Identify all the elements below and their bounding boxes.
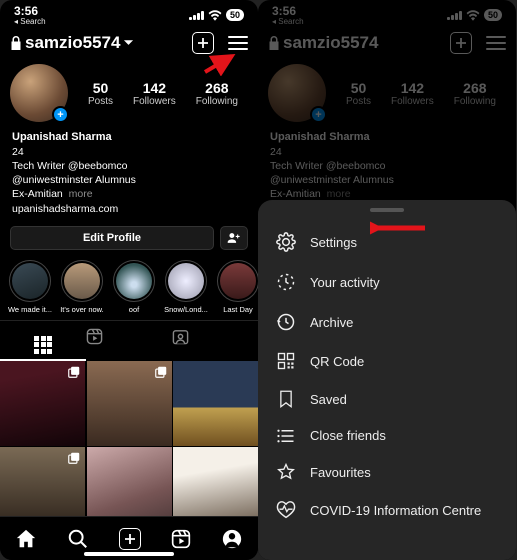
tab-reels[interactable] xyxy=(86,321,172,361)
bio-name: Upanishad Sharma xyxy=(12,130,246,145)
lock-icon xyxy=(268,36,280,50)
menu-activity[interactable]: Your activity xyxy=(258,262,516,302)
home-indicator[interactable] xyxy=(84,552,174,556)
annotation-arrow-settings xyxy=(370,218,430,238)
stat-following[interactable]: 268 Following xyxy=(196,80,238,107)
post-thumbnail[interactable] xyxy=(173,361,258,446)
username-dropdown: samzio5574 xyxy=(268,33,378,53)
posts-grid xyxy=(0,361,258,533)
menu-covid[interactable]: COVID-19 Information Centre xyxy=(258,491,516,529)
edit-profile-button[interactable]: Edit Profile xyxy=(10,226,214,250)
new-post-button xyxy=(450,32,472,54)
signal-icon xyxy=(189,11,204,20)
menu-button xyxy=(486,36,506,50)
battery-icon: 50 xyxy=(226,9,244,21)
clock-icon xyxy=(276,272,296,292)
bio-link[interactable]: upanishadsharma.com xyxy=(12,202,246,216)
stat-followers[interactable]: 142 Followers xyxy=(133,80,176,107)
star-icon xyxy=(276,463,296,481)
menu-close-friends[interactable]: Close friends xyxy=(258,418,516,453)
lock-icon xyxy=(10,36,22,50)
tab-grid[interactable] xyxy=(0,321,86,361)
bio: Upanishad Sharma 24 Tech Writer @beebomc… xyxy=(0,126,258,220)
status-bar: 3:56 ◂ Search 50 xyxy=(0,0,258,26)
discover-people-button[interactable] xyxy=(220,226,248,250)
menu-settings-label: Settings xyxy=(310,235,357,250)
bookmark-icon xyxy=(276,390,296,408)
status-back[interactable]: ◂ Search xyxy=(14,17,46,26)
heart-pulse-icon xyxy=(276,501,296,519)
post-thumbnail[interactable] xyxy=(87,361,172,446)
avatar: + xyxy=(268,64,326,122)
sheet-handle[interactable] xyxy=(370,208,404,212)
annotation-arrow-menu xyxy=(202,52,242,76)
menu-qr[interactable]: QR Code xyxy=(258,342,516,380)
menu-archive[interactable]: Archive xyxy=(258,302,516,342)
menu-button[interactable] xyxy=(228,36,248,50)
status-bar: 3:56 ◂ Search 50 xyxy=(258,0,516,26)
bio-more[interactable]: more xyxy=(69,188,93,200)
multi-post-icon xyxy=(67,365,81,379)
highlight-item[interactable]: oof xyxy=(110,260,158,314)
nav-reels[interactable] xyxy=(171,529,191,549)
new-post-button[interactable] xyxy=(192,32,214,54)
stat-posts[interactable]: 50 Posts xyxy=(88,80,113,107)
menu-favourites[interactable]: Favourites xyxy=(258,453,516,491)
nav-search[interactable] xyxy=(67,528,89,550)
menu-saved[interactable]: Saved xyxy=(258,380,516,418)
multi-post-icon xyxy=(154,365,168,379)
avatar[interactable]: + xyxy=(10,64,68,122)
menu-sheet: Settings Your activity Archive QR Code S… xyxy=(258,200,516,560)
signal-icon xyxy=(447,11,462,20)
wifi-icon xyxy=(208,10,222,21)
nav-new[interactable] xyxy=(119,528,141,550)
username-text: samzio5574 xyxy=(25,33,120,53)
tab-tagged[interactable] xyxy=(172,321,258,361)
post-thumbnail[interactable] xyxy=(0,361,85,446)
gear-icon xyxy=(276,232,296,252)
bio-age: 24 xyxy=(12,145,246,159)
highlight-item[interactable]: Last Day xyxy=(214,260,258,314)
highlights-row: We made it...It's over now.oofSnow/Lond.… xyxy=(0,256,258,320)
highlight-item[interactable]: It's over now. xyxy=(58,260,106,314)
highlight-item[interactable]: Snow/Lond... xyxy=(162,260,210,314)
add-story-icon[interactable]: + xyxy=(52,106,69,123)
nav-home[interactable] xyxy=(15,528,37,550)
highlight-item[interactable]: We made it... xyxy=(6,260,54,314)
wifi-icon xyxy=(466,10,480,21)
bio-line2: @uniwestminster Alumnus xyxy=(12,173,246,187)
nav-profile[interactable] xyxy=(221,528,243,550)
bio-line3: Ex-Amitian xyxy=(12,188,63,200)
chevron-down-icon xyxy=(123,39,134,47)
qr-icon xyxy=(276,352,296,370)
multi-post-icon xyxy=(67,451,81,465)
status-time: 3:56 xyxy=(14,4,38,18)
list-icon xyxy=(276,429,296,443)
bio-line1: Tech Writer @beebomco xyxy=(12,159,246,173)
archive-icon xyxy=(276,312,296,332)
username-dropdown[interactable]: samzio5574 xyxy=(10,33,134,53)
